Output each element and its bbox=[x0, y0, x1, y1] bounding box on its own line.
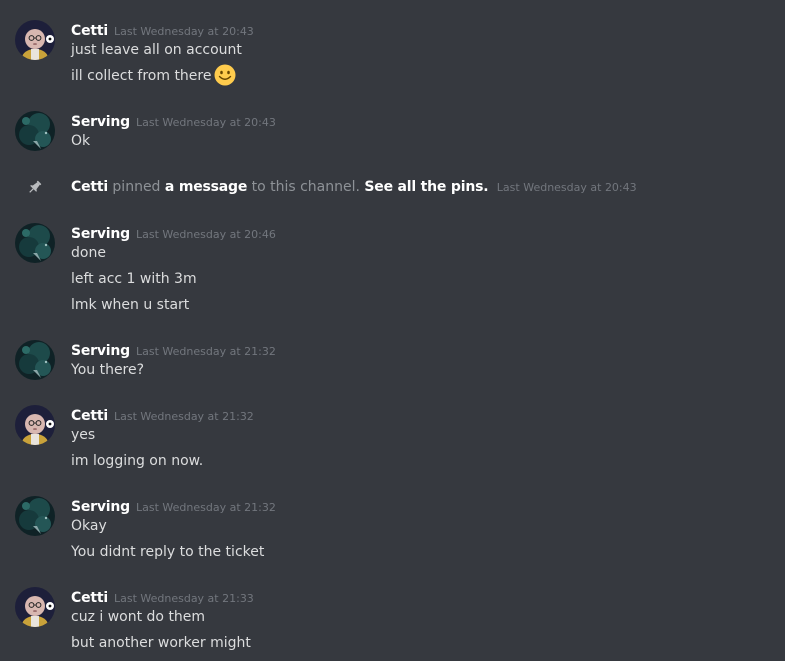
timestamp: Last Wednesday at 21:32 bbox=[113, 410, 254, 423]
pin-icon bbox=[29, 180, 42, 193]
pinned-message-notice: Cetti pinned a message to this channel. … bbox=[0, 179, 785, 199]
message-text: yes bbox=[71, 427, 96, 443]
cetti-avatar bbox=[15, 405, 55, 445]
author-name[interactable]: Cetti bbox=[71, 179, 108, 195]
avatar[interactable] bbox=[15, 223, 55, 263]
to-channel-label: to this channel. bbox=[251, 179, 360, 195]
message-header: Serving Last Wednesday at 20:46 bbox=[71, 223, 276, 243]
message-text: cuz i wont do them bbox=[71, 609, 206, 625]
timestamp: Last Wednesday at 20:46 bbox=[136, 228, 276, 241]
avatar[interactable] bbox=[15, 587, 55, 627]
message-text: ill collect from there bbox=[71, 68, 212, 84]
author-name[interactable]: Serving bbox=[71, 226, 130, 242]
message-header: Cetti Last Wednesday at 20:43 bbox=[71, 20, 254, 40]
timestamp: Last Wednesday at 21:32 bbox=[136, 501, 276, 514]
serving-avatar bbox=[15, 496, 55, 536]
avatar[interactable] bbox=[15, 496, 55, 536]
message-header: Cetti Last Wednesday at 21:33 bbox=[71, 587, 254, 607]
message-text: just leave all on account bbox=[71, 42, 242, 58]
pinned-message-link[interactable]: a message bbox=[165, 179, 247, 195]
see-all-pins-link[interactable]: See all the pins. bbox=[364, 179, 488, 195]
author-name[interactable]: Serving bbox=[71, 499, 130, 515]
author-name[interactable]: Cetti bbox=[71, 590, 108, 606]
serving-avatar bbox=[15, 223, 55, 263]
message-header: Cetti Last Wednesday at 21:32 bbox=[71, 405, 254, 425]
timestamp: Last Wednesday at 21:32 bbox=[136, 345, 276, 358]
message-header: Serving Last Wednesday at 21:32 bbox=[71, 496, 276, 516]
message-text: im logging on now. bbox=[71, 453, 204, 469]
avatar[interactable] bbox=[15, 405, 55, 445]
timestamp: Last Wednesday at 20:43 bbox=[136, 116, 276, 129]
message-text: Ok bbox=[71, 133, 91, 149]
cetti-avatar bbox=[15, 20, 55, 60]
serving-avatar bbox=[15, 340, 55, 380]
message-header: Serving Last Wednesday at 21:32 bbox=[71, 340, 276, 360]
avatar[interactable] bbox=[15, 111, 55, 151]
chat-message-list: Cetti Last Wednesday at 20:43 just leave … bbox=[0, 0, 785, 661]
avatar[interactable] bbox=[15, 20, 55, 60]
message-text: done bbox=[71, 245, 106, 261]
message-text: You didnt reply to the ticket bbox=[71, 544, 265, 560]
message-text: but another worker might bbox=[71, 635, 251, 651]
slightly-smiling-face-icon bbox=[214, 64, 236, 85]
timestamp: Last Wednesday at 21:33 bbox=[113, 592, 254, 605]
message-line: ill collect from there bbox=[71, 64, 236, 86]
message-text: left acc 1 with 3m bbox=[71, 271, 197, 287]
serving-avatar bbox=[15, 111, 55, 151]
message-text: You there? bbox=[71, 362, 145, 378]
author-name[interactable]: Serving bbox=[71, 343, 130, 359]
message-header: Serving Last Wednesday at 20:43 bbox=[71, 111, 276, 131]
avatar[interactable] bbox=[15, 340, 55, 380]
author-name[interactable]: Serving bbox=[71, 114, 130, 130]
timestamp: Last Wednesday at 20:43 bbox=[496, 181, 637, 194]
author-name[interactable]: Cetti bbox=[71, 23, 108, 39]
author-name[interactable]: Cetti bbox=[71, 408, 108, 424]
message-text: Okay bbox=[71, 518, 107, 534]
timestamp: Last Wednesday at 20:43 bbox=[113, 25, 254, 38]
cetti-avatar bbox=[15, 587, 55, 627]
pinned-notice-text: Cetti pinned a message to this channel. … bbox=[71, 179, 637, 196]
pinned-label: pinned bbox=[112, 179, 161, 195]
message-text: lmk when u start bbox=[71, 297, 190, 313]
